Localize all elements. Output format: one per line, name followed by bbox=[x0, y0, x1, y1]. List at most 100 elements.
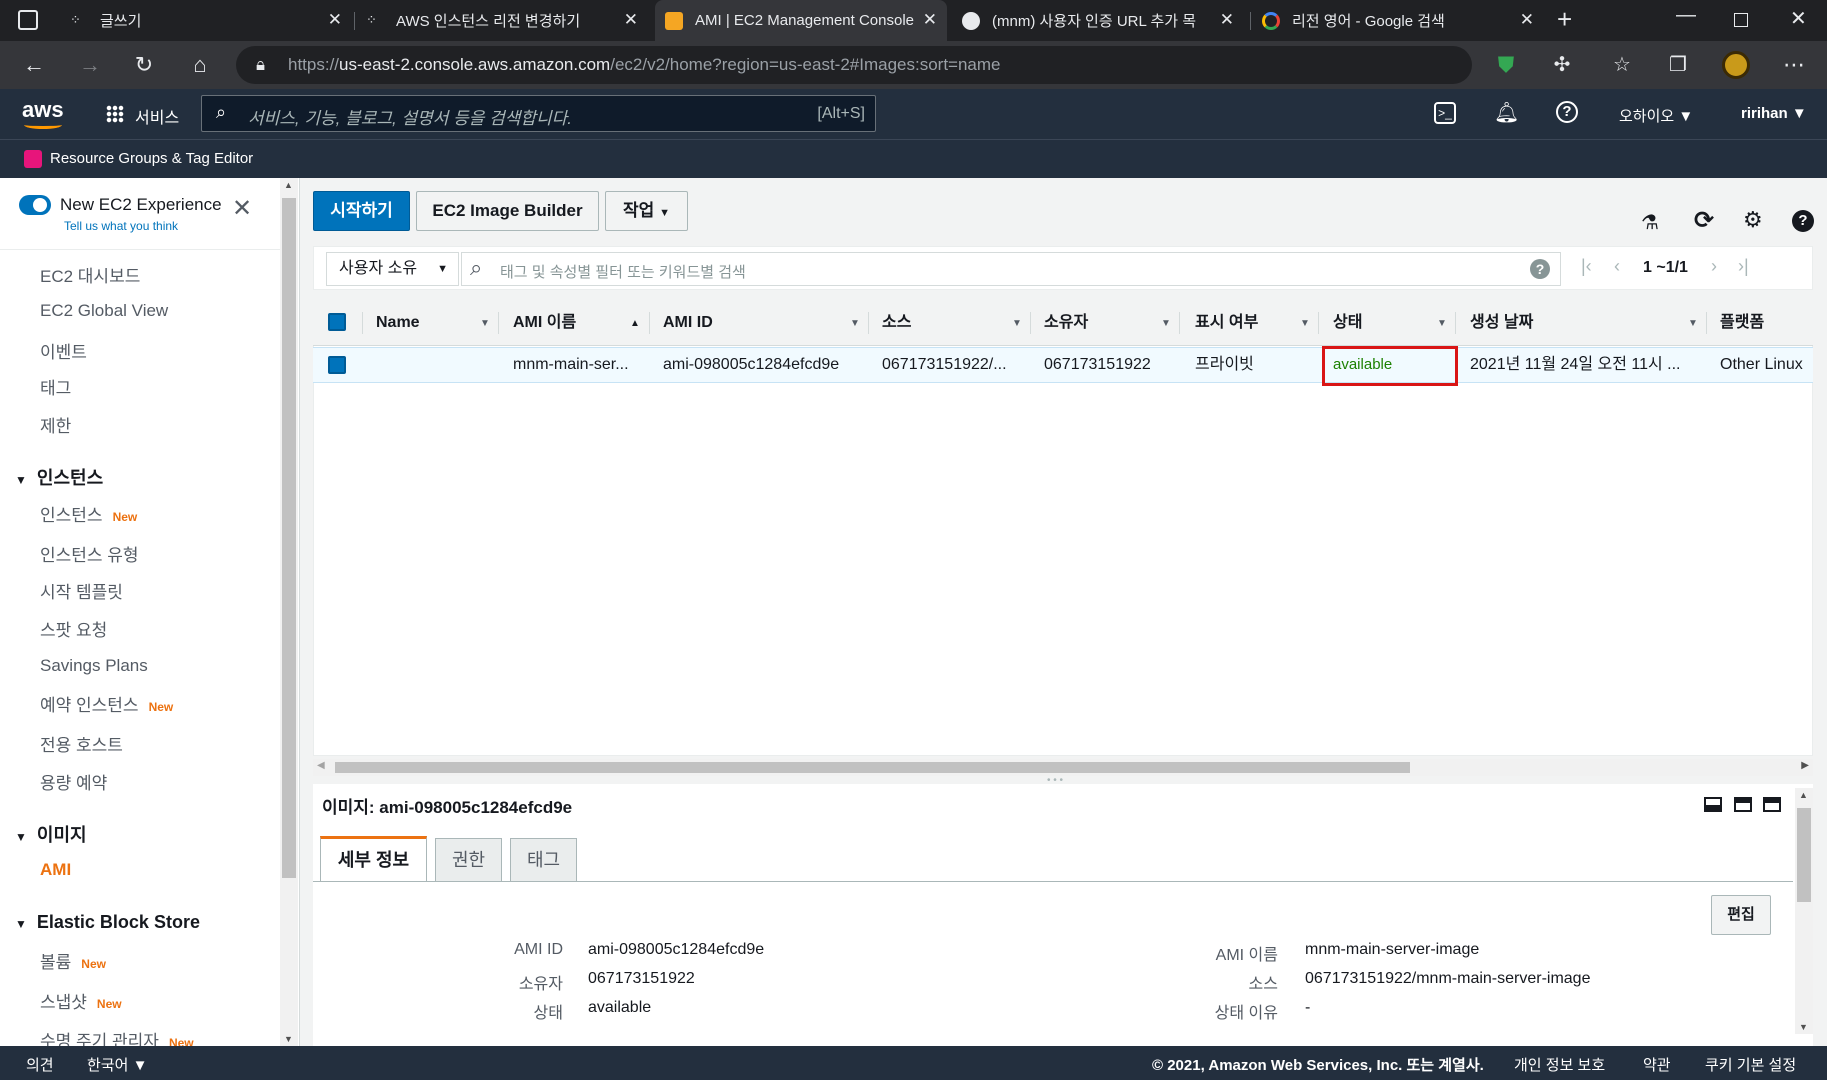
favorites-list-icon[interactable]: ☆ bbox=[1606, 49, 1638, 81]
col-created[interactable]: 생성 날짜 bbox=[1470, 300, 1533, 346]
sidebar-item-reserved-instances[interactable]: 예약 인스턴스 New bbox=[40, 691, 173, 716]
restore-button[interactable] bbox=[1734, 13, 1748, 27]
col-name[interactable]: Name bbox=[376, 300, 420, 346]
flask-icon[interactable]: ⚗ bbox=[1641, 210, 1659, 235]
close-tab-icon[interactable]: ✕ bbox=[923, 10, 937, 30]
help-icon[interactable]: ? bbox=[1556, 101, 1578, 123]
services-grid-icon[interactable] bbox=[106, 105, 124, 123]
sidebar-item-volumes[interactable]: 볼륨 New bbox=[40, 948, 106, 973]
address-bar[interactable]: 🔒︎ https://us-east-2.console.aws.amazon.… bbox=[236, 46, 1472, 84]
browser-tab-1[interactable]: ⁘ 글쓰기 ✕ bbox=[60, 0, 352, 41]
owner-filter-dropdown[interactable]: 사용자 소유 ▼ bbox=[326, 252, 459, 286]
profile-avatar[interactable] bbox=[1722, 51, 1750, 79]
tab-tags[interactable]: 태그 bbox=[510, 838, 577, 882]
col-ami-id[interactable]: AMI ID bbox=[663, 300, 713, 346]
images-section-header[interactable]: ▼ 이미지 bbox=[15, 821, 87, 847]
close-tab-icon[interactable]: ✕ bbox=[1220, 10, 1234, 30]
shield-extension-icon[interactable]: ⛊ bbox=[1490, 49, 1522, 81]
help-circle-icon[interactable]: ? bbox=[1530, 259, 1550, 279]
layout-top-icon[interactable] bbox=[1763, 797, 1781, 812]
prev-page-icon[interactable]: ‹ bbox=[1614, 256, 1620, 277]
launch-button[interactable]: 시작하기 bbox=[313, 191, 410, 231]
browser-tab-3-active[interactable]: AMI | EC2 Management Console ✕ bbox=[655, 0, 947, 41]
services-menu[interactable]: 서비스 bbox=[135, 104, 179, 128]
sidebar-item-dedicated-hosts[interactable]: 전용 호스트 bbox=[40, 731, 123, 756]
tab-actions-icon[interactable] bbox=[18, 10, 38, 30]
sidebar-scrollbar[interactable]: ▲ ▼ bbox=[280, 178, 298, 1046]
new-tab-button[interactable]: + bbox=[1557, 4, 1572, 35]
tell-us-link[interactable]: Tell us what you think bbox=[64, 219, 178, 233]
next-page-icon[interactable]: › bbox=[1711, 256, 1717, 277]
region-selector[interactable]: 오하이오 ▼ bbox=[1619, 105, 1693, 126]
sidebar-item-dashboard[interactable]: EC2 대시보드 bbox=[40, 262, 140, 287]
terms-link[interactable]: 약관 bbox=[1643, 1054, 1671, 1075]
aws-logo[interactable]: aws bbox=[22, 97, 64, 129]
forward-button[interactable]: → bbox=[74, 49, 106, 81]
collections-icon[interactable]: ❐ bbox=[1662, 49, 1694, 81]
sidebar-item-spot-requests[interactable]: 스팟 요청 bbox=[40, 616, 107, 641]
feedback-link[interactable]: 의견 bbox=[26, 1054, 54, 1075]
new-experience-toggle[interactable] bbox=[19, 195, 51, 215]
last-page-icon[interactable]: ›| bbox=[1738, 256, 1749, 277]
console-search[interactable]: ⌕ 서비스, 기능, 블로그, 설명서 등을 검색합니다. [Alt+S] bbox=[201, 95, 876, 132]
sidebar-item-launch-templates[interactable]: 시작 템플릿 bbox=[40, 578, 123, 603]
close-tab-icon[interactable]: ✕ bbox=[1520, 10, 1534, 30]
filter-input[interactable]: ⌕ 태그 및 속성별 필터 또는 키워드별 검색 ? bbox=[461, 252, 1561, 286]
sidebar-item-snapshots[interactable]: 스냅샷 New bbox=[40, 988, 122, 1013]
refresh-icon[interactable]: ⟳ bbox=[1694, 206, 1714, 235]
settings-more-icon[interactable]: ⋯ bbox=[1778, 49, 1810, 81]
sidebar-item-instances[interactable]: 인스턴스 New bbox=[40, 501, 137, 526]
browser-tab-2[interactable]: ⁘ AWS 인스턴스 리전 변경하기 ✕ bbox=[356, 0, 648, 41]
actions-button[interactable]: 작업 ▼ bbox=[605, 191, 688, 231]
select-all-checkbox[interactable] bbox=[328, 313, 346, 331]
sidebar-item-events[interactable]: 이벤트 bbox=[40, 338, 87, 363]
search-input[interactable]: 서비스, 기능, 블로그, 설명서 등을 검색합니다. bbox=[248, 104, 572, 129]
minimize-button[interactable]: — bbox=[1676, 4, 1696, 27]
tab-details[interactable]: 세부 정보 bbox=[320, 836, 427, 882]
detail-scrollbar[interactable]: ▲ ▼ bbox=[1795, 788, 1813, 1034]
row-checkbox[interactable] bbox=[328, 356, 346, 374]
col-owner[interactable]: 소유자 bbox=[1044, 300, 1088, 346]
extensions-icon[interactable]: ✣ bbox=[1546, 49, 1578, 81]
sidebar-item-limits[interactable]: 제한 bbox=[40, 412, 71, 437]
resource-groups-link[interactable]: Resource Groups & Tag Editor bbox=[50, 150, 253, 167]
sidebar-item-tags[interactable]: 태그 bbox=[40, 374, 71, 399]
privacy-link[interactable]: 개인 정보 보호 bbox=[1514, 1054, 1605, 1075]
first-page-icon[interactable]: |‹ bbox=[1581, 256, 1592, 277]
col-visibility[interactable]: 표시 여부 bbox=[1195, 300, 1258, 346]
tab-permissions[interactable]: 권한 bbox=[435, 838, 502, 882]
close-icon[interactable]: ✕ bbox=[232, 194, 252, 223]
browser-tab-5[interactable]: 리전 영어 - Google 검색 ✕ bbox=[1252, 0, 1544, 41]
notifications-bell-icon[interactable]: 🔔︎ bbox=[1494, 100, 1519, 125]
col-source[interactable]: 소스 bbox=[882, 300, 911, 346]
edit-button[interactable]: 편집 bbox=[1711, 895, 1771, 935]
layout-bottom-icon[interactable] bbox=[1704, 797, 1722, 812]
sidebar-item-ami[interactable]: AMI bbox=[40, 860, 71, 880]
browser-tab-4[interactable]: (mnm) 사용자 인증 URL 추가 목 ✕ bbox=[952, 0, 1244, 41]
reload-button[interactable]: ↻ bbox=[128, 49, 160, 81]
table-horizontal-scrollbar[interactable]: ◀ ▶ bbox=[313, 759, 1813, 776]
cloudshell-icon[interactable]: >_ bbox=[1434, 102, 1456, 124]
col-ami-name[interactable]: AMI 이름 bbox=[513, 300, 576, 346]
close-window-button[interactable]: ✕ bbox=[1790, 6, 1807, 31]
sidebar-item-lifecycle-manager[interactable]: 수명 주기 관리자 New bbox=[40, 1027, 194, 1046]
col-platform[interactable]: 플랫폼 bbox=[1720, 300, 1764, 346]
sidebar-item-global-view[interactable]: EC2 Global View bbox=[40, 301, 168, 321]
close-tab-icon[interactable]: ✕ bbox=[328, 10, 342, 30]
help-circle-icon[interactable]: ? bbox=[1792, 210, 1814, 232]
language-selector[interactable]: 한국어 ▼ bbox=[87, 1054, 147, 1075]
back-button[interactable]: ← bbox=[18, 49, 50, 81]
resize-handle[interactable]: • • • bbox=[1047, 776, 1079, 786]
home-button[interactable]: ⌂ bbox=[184, 49, 216, 81]
ebs-section-header[interactable]: ▼ Elastic Block Store bbox=[15, 912, 200, 933]
cookie-preferences-link[interactable]: 쿠키 기본 설정 bbox=[1705, 1054, 1796, 1075]
sidebar-item-instance-types[interactable]: 인스턴스 유형 bbox=[40, 541, 139, 566]
sidebar-item-savings-plans[interactable]: Savings Plans bbox=[40, 656, 148, 676]
sidebar-item-capacity-reservations[interactable]: 용량 예약 bbox=[40, 769, 107, 794]
layout-split-icon[interactable] bbox=[1734, 797, 1752, 812]
close-tab-icon[interactable]: ✕ bbox=[624, 10, 638, 30]
user-menu[interactable]: ririhan ▼ bbox=[1741, 105, 1807, 122]
gear-icon[interactable]: ⚙ bbox=[1743, 207, 1763, 233]
col-status[interactable]: 상태 bbox=[1333, 300, 1362, 346]
instances-section-header[interactable]: ▼ 인스턴스 bbox=[15, 464, 103, 490]
